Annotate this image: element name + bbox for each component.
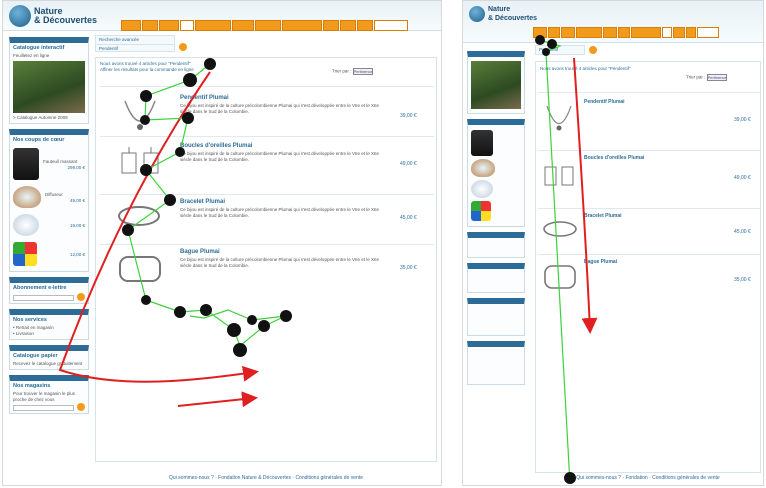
fixation-points xyxy=(535,35,576,484)
gaze-path xyxy=(539,39,571,485)
eye-tracking-overlay xyxy=(58,35,598,485)
scan-path-arrow xyxy=(177,391,258,408)
scan-path-arrow xyxy=(573,57,598,334)
scan-path-arrow xyxy=(58,71,259,383)
gaze-path xyxy=(127,63,287,348)
fixation-points xyxy=(122,58,292,357)
